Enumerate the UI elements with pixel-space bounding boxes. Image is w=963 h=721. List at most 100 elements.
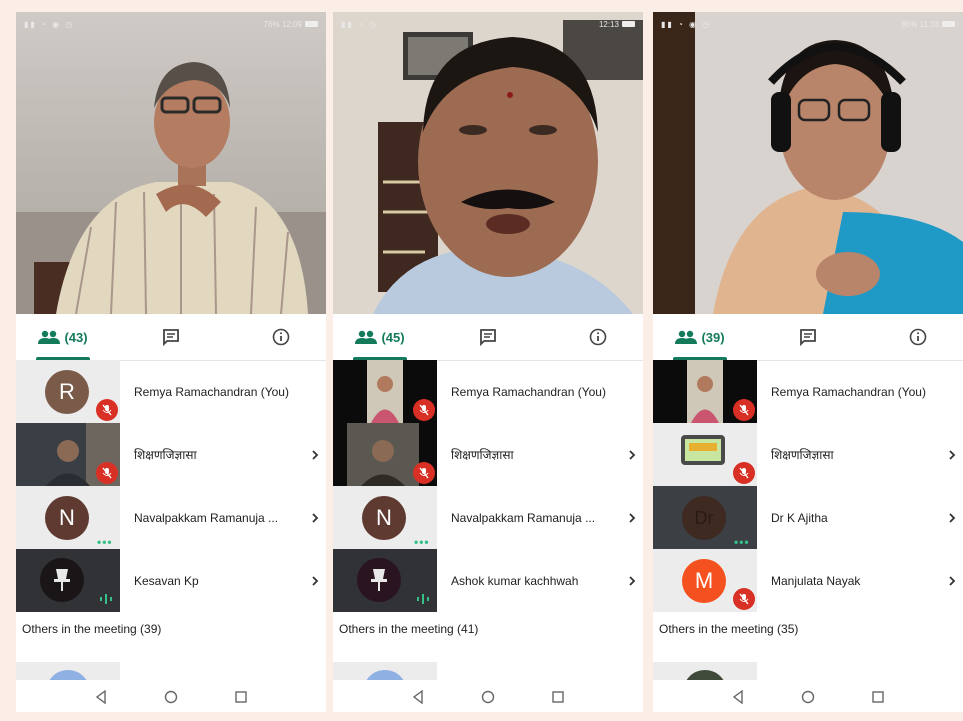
participant-row[interactable]: Remya Ramachandran (You) (653, 360, 963, 423)
android-nav-bar (16, 680, 326, 712)
tab-people[interactable]: (45) (345, 314, 415, 360)
audio-wave-icon (100, 594, 112, 604)
participant-row[interactable]: शिक्षणजिज्ञासा (653, 423, 963, 486)
participant-row[interactable]: Dr ••• Dr K Ajitha (653, 486, 963, 549)
status-bar: ▮▮ ◔ ◉ ◷ 86% 11:33 (661, 18, 955, 30)
participant-thumbnail: N ••• (333, 486, 437, 549)
participant-name: Manjulata Nayak (771, 573, 861, 588)
participant-name: Navalpakkam Ramanuja ... (134, 510, 279, 525)
participant-thumbnail (333, 360, 437, 423)
chevron-right-icon[interactable] (310, 486, 320, 549)
mic-off-icon (733, 588, 755, 610)
avatar: Dr (682, 496, 726, 540)
tab-chat[interactable] (463, 314, 513, 360)
chevron-right-icon[interactable] (627, 486, 637, 549)
speaker-video-frame (16, 12, 326, 314)
chevron-right-icon[interactable] (947, 486, 957, 549)
mic-off-icon (413, 399, 435, 421)
participant-row[interactable]: M Manjulata Nayak (653, 549, 963, 612)
chevron-right-icon[interactable] (627, 423, 637, 486)
tab-people[interactable]: (43) (28, 314, 98, 360)
signal-icons: ▮▮ ◔ ◉ ◷ (661, 19, 712, 29)
participant-thumbnail-partial (16, 662, 120, 680)
tab-info[interactable] (893, 314, 943, 360)
battery-icon (622, 21, 635, 27)
chevron-right-icon[interactable] (947, 549, 957, 612)
participant-thumbnail (333, 549, 437, 612)
people-icon (675, 330, 698, 344)
participant-row[interactable]: R Remya Ramachandran (You) (16, 360, 326, 423)
mic-off-icon (733, 462, 755, 484)
status-bar: ▮▮ ◔ ◷ 12:13 (341, 18, 635, 30)
chevron-right-icon[interactable] (310, 549, 320, 612)
avatar: N (45, 496, 89, 540)
status-time: 12:13 (598, 19, 619, 29)
mic-off-icon (733, 399, 755, 421)
nav-back-icon[interactable] (94, 690, 108, 704)
speaking-dots-icon: ••• (414, 535, 430, 549)
nav-home-icon[interactable] (481, 690, 495, 704)
meeting-tabs: (39) (653, 314, 963, 361)
chevron-right-icon[interactable] (310, 423, 320, 486)
participant-name: शिक्षणजिज्ञासा (451, 448, 514, 462)
phone-screen-3: ▮▮ ◔ ◉ ◷ 86% 11:33 (39) Remya Ramachandr… (653, 12, 963, 712)
status-time: 76% 12:09 (263, 19, 302, 29)
speaking-dots-icon: ••• (734, 535, 750, 549)
participant-count: (45) (381, 329, 405, 345)
meeting-tabs: (43) (16, 314, 326, 361)
tab-info[interactable] (573, 314, 623, 360)
chat-icon (480, 329, 496, 346)
chat-icon (800, 329, 816, 346)
signal-icons: ▮▮ ◔ ◉ ◷ (24, 19, 75, 29)
nav-home-icon[interactable] (801, 690, 815, 704)
nav-home-icon[interactable] (164, 690, 178, 704)
mic-off-icon (96, 399, 118, 421)
participant-row[interactable]: N ••• Navalpakkam Ramanuja ... (333, 486, 643, 549)
nav-recents-icon[interactable] (234, 690, 248, 704)
avatar: M (682, 559, 726, 603)
participant-row[interactable]: N ••• Navalpakkam Ramanuja ... (16, 486, 326, 549)
participant-name: शिक्षणजिज्ञासा (771, 448, 834, 462)
participant-count: (43) (64, 329, 88, 345)
avatar: R (45, 370, 89, 414)
mic-off-icon (413, 462, 435, 484)
participant-row[interactable]: शिक्षणजिज्ञासा (333, 423, 643, 486)
participant-thumbnail: M (653, 549, 757, 612)
participant-count: (39) (701, 329, 725, 345)
participant-thumbnail (16, 423, 120, 486)
participant-name: Kesavan Kp (134, 573, 199, 588)
chevron-right-icon[interactable] (627, 549, 637, 612)
participant-name: Navalpakkam Ramanuja ... (451, 510, 596, 525)
participant-thumbnail (333, 423, 437, 486)
tab-people[interactable]: (39) (665, 314, 735, 360)
nav-recents-icon[interactable] (871, 690, 885, 704)
tab-chat[interactable] (146, 314, 196, 360)
nav-recents-icon[interactable] (551, 690, 565, 704)
tab-chat[interactable] (783, 314, 833, 360)
android-nav-bar (653, 680, 963, 712)
people-icon (38, 330, 61, 344)
chevron-right-icon[interactable] (947, 423, 957, 486)
participant-row[interactable]: Remya Ramachandran (You) (333, 360, 643, 423)
phone-screen-2: ▮▮ ◔ ◷ 12:13 (45) Remya Ramachandran (Yo… (333, 12, 643, 712)
participant-thumbnail: Dr ••• (653, 486, 757, 549)
battery-icon (305, 21, 318, 27)
nav-back-icon[interactable] (411, 690, 425, 704)
phone-screen-1: ▮▮ ◔ ◉ ◷ 76% 12:09 (43) R Remya Ramachan… (16, 12, 326, 712)
participant-name: Dr K Ajitha (771, 510, 828, 525)
nav-back-icon[interactable] (731, 690, 745, 704)
participant-row[interactable]: Ashok kumar kachhwah (333, 549, 643, 612)
active-speaker-video: ▮▮ ◔ ◉ ◷ 86% 11:33 (653, 12, 963, 314)
participant-thumbnail (653, 360, 757, 423)
speaker-video-frame (653, 12, 963, 314)
active-speaker-video: ▮▮ ◔ ◉ ◷ 76% 12:09 (16, 12, 326, 314)
participant-thumbnail (16, 549, 120, 612)
participant-name: Remya Ramachandran (You) (451, 384, 606, 399)
tab-info[interactable] (256, 314, 306, 360)
participant-list: Remya Ramachandran (You) शिक्षणजिज्ञासा … (333, 360, 643, 612)
avatar: N (362, 496, 406, 540)
participant-thumbnail (653, 423, 757, 486)
participant-row[interactable]: Kesavan Kp (16, 549, 326, 612)
participant-row[interactable]: शिक्षणजिज्ञासा (16, 423, 326, 486)
people-icon (355, 330, 378, 344)
